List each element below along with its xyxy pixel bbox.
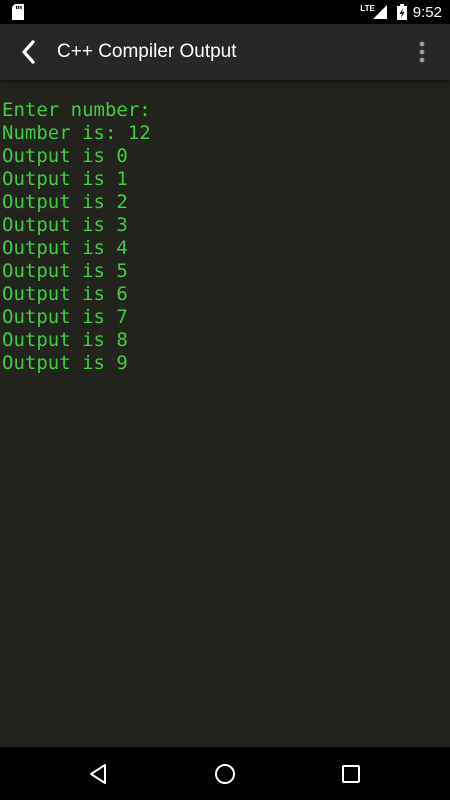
signal-icon: [372, 5, 387, 19]
status-bar: LTE 9:52: [0, 0, 450, 24]
nav-back-button[interactable]: [68, 747, 128, 800]
console-line: Output is 5: [2, 260, 128, 282]
recents-square-icon: [342, 764, 360, 783]
page-title: C++ Compiler Output: [57, 41, 237, 62]
status-time: 9:52: [412, 3, 442, 21]
battery-charging-icon: [396, 4, 407, 20]
console-line: Output is 2: [2, 191, 128, 213]
console-line: Output is 3: [2, 214, 128, 236]
nav-recents-button[interactable]: [321, 747, 381, 800]
console-line: Output is 8: [2, 329, 128, 351]
app-bar: C++ Compiler Output: [0, 24, 450, 80]
console-line: Output is 1: [2, 168, 128, 190]
back-arrow-icon: [22, 40, 35, 64]
home-circle-icon: [215, 763, 235, 784]
console-line: Output is 4: [2, 237, 128, 259]
console-line: Output is 7: [2, 306, 128, 328]
console-line: Number is: 12: [2, 122, 151, 144]
console-line: Output is 6: [2, 283, 128, 305]
console-line: Enter number:: [2, 99, 151, 121]
console-line: Output is 9: [2, 352, 128, 374]
nav-home-button[interactable]: [195, 747, 255, 800]
navigation-bar: [0, 747, 450, 800]
back-button[interactable]: [12, 36, 44, 68]
status-icons: LTE 9:52: [360, 0, 442, 24]
console-line: Output is 0: [2, 145, 128, 167]
screen: LTE 9:52 C++ Compiler Output Enter numbe…: [0, 0, 450, 800]
console-output[interactable]: Enter number: Number is: 12 Output is 0 …: [0, 80, 450, 747]
overflow-menu-button[interactable]: [406, 36, 438, 68]
back-triangle-icon: [90, 763, 106, 784]
overflow-menu-icon: [419, 41, 425, 63]
sd-card-icon: [12, 4, 24, 20]
